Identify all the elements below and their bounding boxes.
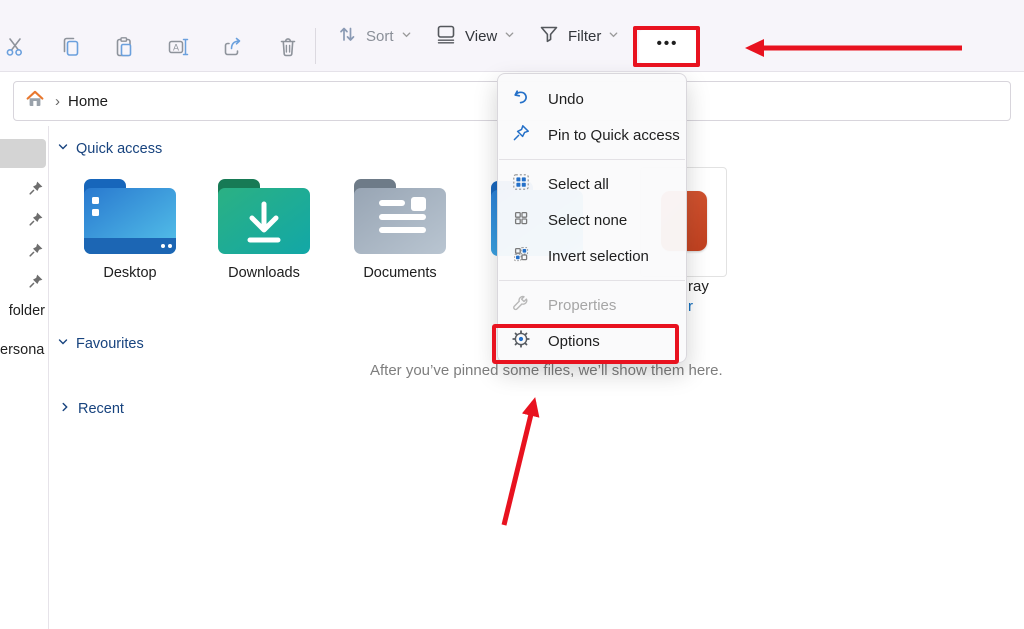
- menu-item-label: Select none: [548, 212, 627, 229]
- sidebar-item-personal[interactable]: ersonal: [0, 342, 45, 358]
- cut-button[interactable]: [0, 30, 32, 64]
- svg-text:A: A: [173, 42, 179, 52]
- section-header-recent[interactable]: Recent: [59, 400, 124, 418]
- menu-item-label: Pin to Quick access: [548, 127, 680, 144]
- pin-icon: [28, 242, 44, 258]
- see-more-context-menu: Undo Pin to Quick access Select all: [497, 73, 687, 363]
- menu-item-label: Invert selection: [548, 248, 649, 265]
- sort-label: Sort: [366, 28, 394, 45]
- chevron-down-icon: [57, 335, 69, 353]
- pin-icon: [511, 123, 531, 148]
- toolbar-divider: [315, 28, 316, 64]
- tile-desktop[interactable]: Desktop: [74, 176, 186, 281]
- section-title: Favourites: [76, 336, 144, 352]
- annotation-box-see-more: [633, 26, 700, 67]
- view-icon: [434, 22, 458, 51]
- section-header-favourites[interactable]: Favourites: [57, 335, 144, 353]
- chevron-down-icon: [57, 140, 69, 158]
- menu-item-pin-to-quick-access[interactable]: Pin to Quick access: [498, 117, 686, 153]
- file-explorer-window: A Sort: [0, 0, 1024, 629]
- folder-desktop-icon: [81, 243, 179, 260]
- breadcrumb-separator: ›: [55, 93, 60, 110]
- wrench-icon: [511, 293, 531, 318]
- command-toolbar: A Sort: [0, 0, 1024, 72]
- view-dropdown[interactable]: View: [434, 0, 515, 72]
- pin-icon: [28, 273, 44, 289]
- view-label: View: [465, 28, 497, 45]
- file-sublabel-fragment: r: [688, 298, 693, 315]
- menu-item-label: Properties: [548, 297, 616, 314]
- tile-label: Documents: [344, 265, 456, 281]
- navigation-sidebar: folder ersonal: [0, 126, 49, 629]
- filter-icon: [537, 22, 561, 51]
- menu-separator: [499, 159, 685, 160]
- sidebar-item-selected[interactable]: [0, 139, 46, 168]
- chevron-down-icon: [401, 27, 412, 45]
- delete-button[interactable]: [271, 30, 305, 64]
- tile-downloads[interactable]: Downloads: [208, 176, 320, 281]
- menu-item-select-all[interactable]: Select all: [498, 166, 686, 202]
- home-icon: [25, 89, 45, 114]
- tile-documents[interactable]: Documents: [344, 176, 456, 281]
- menu-item-label: Select all: [548, 176, 609, 193]
- section-title: Quick access: [76, 141, 162, 157]
- section-header-quick-access[interactable]: Quick access: [57, 140, 162, 158]
- sort-dropdown[interactable]: Sort: [335, 0, 412, 72]
- share-button[interactable]: [215, 30, 249, 64]
- menu-separator: [499, 280, 685, 281]
- sidebar-item-pinned[interactable]: [28, 180, 44, 196]
- favourites-empty-hint: After you’ve pinned some files, we’ll sh…: [370, 362, 723, 379]
- menu-item-label: Undo: [548, 91, 584, 108]
- menu-item-invert-selection[interactable]: Invert selection: [498, 238, 686, 274]
- sidebar-item-folder[interactable]: folder: [0, 303, 45, 319]
- filter-label: Filter: [568, 28, 601, 45]
- chevron-down-icon: [608, 27, 619, 45]
- rename-button[interactable]: A: [161, 30, 195, 64]
- file-label-fragment: ray: [688, 278, 709, 295]
- chevron-right-icon: [59, 400, 71, 418]
- pin-icon: [28, 211, 44, 227]
- tile-label: Downloads: [208, 265, 320, 281]
- menu-item-undo[interactable]: Undo: [498, 81, 686, 117]
- folder-documents-icon: [351, 243, 449, 260]
- annotation-box-options: [492, 324, 679, 364]
- chevron-down-icon: [504, 27, 515, 45]
- sidebar-item-pinned[interactable]: [28, 211, 44, 227]
- pin-icon: [28, 180, 44, 196]
- paste-button[interactable]: [107, 30, 141, 64]
- copy-button[interactable]: [53, 30, 87, 64]
- breadcrumb[interactable]: Home: [68, 93, 108, 110]
- folder-downloads-icon: [215, 243, 313, 260]
- select-none-icon: [511, 208, 531, 233]
- tile-label: Desktop: [74, 265, 186, 281]
- select-all-icon: [511, 172, 531, 197]
- sidebar-item-pinned[interactable]: [28, 242, 44, 258]
- sort-icon: [335, 22, 359, 51]
- menu-item-properties: Properties: [498, 287, 686, 323]
- undo-icon: [511, 87, 531, 112]
- section-title: Recent: [78, 401, 124, 417]
- invert-selection-icon: [511, 244, 531, 269]
- filter-dropdown[interactable]: Filter: [537, 0, 619, 72]
- sidebar-item-pinned[interactable]: [28, 273, 44, 289]
- menu-item-select-none[interactable]: Select none: [498, 202, 686, 238]
